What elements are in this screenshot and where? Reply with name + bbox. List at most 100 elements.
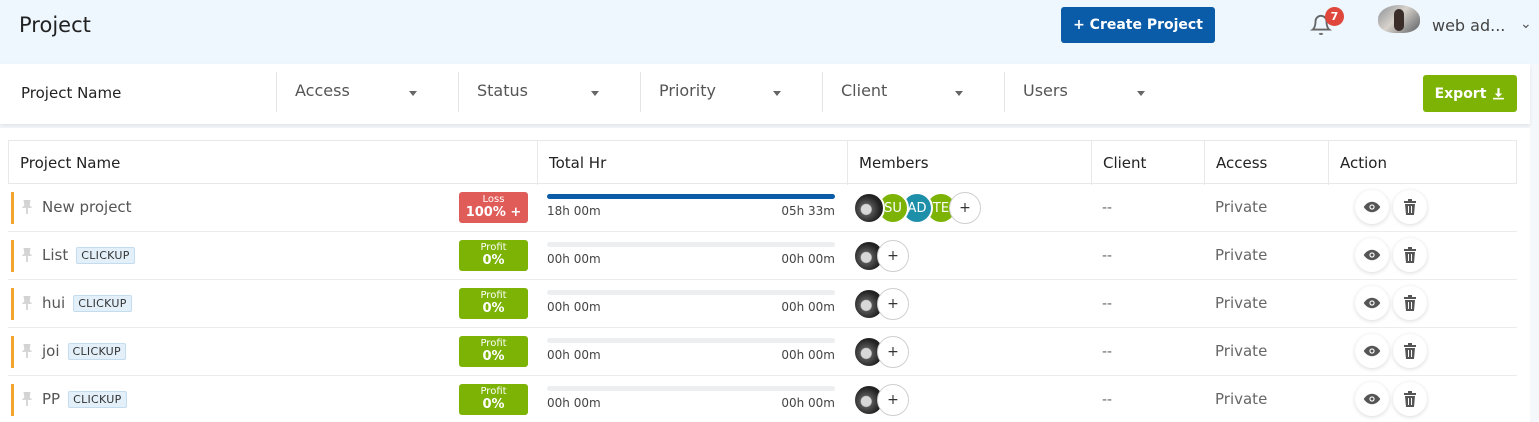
filter-client-dropdown[interactable]: Client (822, 72, 1004, 112)
member-initials: AD (907, 200, 927, 216)
hours-progress-bar (547, 194, 835, 199)
add-member-button[interactable]: + (949, 192, 981, 224)
project-name-link[interactable]: joi (42, 342, 60, 360)
caret-down-icon (1137, 91, 1145, 96)
view-button[interactable] (1355, 190, 1389, 224)
view-button[interactable] (1355, 238, 1389, 272)
project-name-link[interactable]: List (42, 246, 68, 264)
priority-accent-bar (11, 384, 14, 416)
table-row[interactable]: hui CLICKUP Profit 0% 00h 00m 00h 00m + -- Priva… (8, 280, 1517, 328)
table-row[interactable]: List CLICKUP Profit 0% 00h 00m 00h 00m + -- Priv… (8, 232, 1517, 280)
caret-down-icon (409, 91, 417, 96)
table-row[interactable]: New project Loss 100% + 18h 00m 05h 33m SU AD T… (8, 184, 1517, 232)
trash-icon (1404, 343, 1416, 359)
project-tag: CLICKUP (68, 390, 127, 408)
filter-client-label: Client (841, 81, 888, 100)
access-cell: Private (1215, 198, 1268, 216)
project-name-link[interactable]: PP (42, 390, 60, 408)
member-avatar[interactable] (853, 192, 885, 224)
add-member-button[interactable]: + (877, 384, 909, 416)
pin-icon[interactable] (20, 247, 34, 263)
filter-priority-label: Priority (659, 81, 716, 100)
filter-status-dropdown[interactable]: Status (458, 72, 640, 112)
table-row[interactable]: joi CLICKUP Profit 0% 00h 00m 00h 00m + -- Priva… (8, 328, 1517, 376)
hours-progress-fill (547, 194, 835, 199)
member-initials: SU (884, 200, 902, 216)
status-value: 0% (482, 301, 505, 316)
export-button[interactable]: Export (1423, 75, 1517, 112)
add-member-button[interactable]: + (877, 336, 909, 368)
delete-button[interactable] (1393, 286, 1427, 320)
add-member-label: + (887, 296, 899, 312)
status-value: 0% (482, 397, 505, 412)
eye-icon (1363, 249, 1381, 261)
filter-users-label: Users (1023, 81, 1068, 100)
priority-accent-bar (11, 192, 14, 224)
priority-accent-bar (11, 336, 14, 368)
priority-accent-bar (11, 288, 14, 320)
project-name-cell: joi CLICKUP (42, 342, 126, 360)
pin-icon[interactable] (20, 199, 34, 215)
filter-users-dropdown[interactable]: Users (1004, 72, 1186, 112)
trash-icon (1404, 391, 1416, 407)
client-cell: -- (1102, 344, 1113, 360)
profit-status-badge: Loss 100% + (459, 192, 528, 223)
eye-icon (1363, 201, 1381, 213)
project-tag: CLICKUP (76, 246, 135, 264)
add-member-button[interactable]: + (877, 288, 909, 320)
delete-button[interactable] (1393, 334, 1427, 368)
column-header-action: Action (1328, 141, 1516, 185)
project-name-link[interactable]: New project (42, 198, 132, 216)
user-name[interactable]: web ad... (1432, 16, 1505, 35)
user-avatar[interactable] (1378, 5, 1420, 33)
table-row[interactable]: PP CLICKUP Profit 0% 00h 00m 00h 00m + -- Privat… (8, 376, 1517, 422)
delete-button[interactable] (1393, 238, 1427, 272)
delete-button[interactable] (1393, 190, 1427, 224)
view-button[interactable] (1355, 286, 1389, 320)
filter-access-label: Access (295, 81, 350, 100)
add-member-label: + (887, 392, 899, 408)
filter-access-dropdown[interactable]: Access (276, 72, 458, 112)
logged-hours: 00h 00m (547, 300, 601, 314)
download-icon (1493, 88, 1505, 100)
column-header-total-hr: Total Hr (537, 141, 847, 185)
filter-bar: Project Name Access Status Priority Clie… (0, 64, 1530, 124)
project-name-cell: List CLICKUP (42, 246, 135, 264)
project-tag: CLICKUP (67, 342, 126, 360)
create-project-button[interactable]: + Create Project (1061, 7, 1215, 43)
delete-button[interactable] (1393, 382, 1427, 416)
client-cell: -- (1102, 392, 1113, 408)
view-button[interactable] (1355, 382, 1389, 416)
caret-down-icon (955, 91, 963, 96)
view-button[interactable] (1355, 334, 1389, 368)
notification-count-badge: 7 (1325, 7, 1344, 26)
filter-project-name[interactable]: Project Name (21, 84, 121, 102)
profit-status-badge: Profit 0% (459, 384, 528, 415)
filter-status-label: Status (477, 81, 528, 100)
project-name-cell: hui CLICKUP (42, 294, 132, 312)
pin-icon[interactable] (20, 295, 34, 311)
add-member-label: + (887, 248, 899, 264)
filter-priority-dropdown[interactable]: Priority (640, 72, 822, 112)
profit-status-badge: Profit 0% (459, 288, 528, 319)
table-header: Project Name Total Hr Members Client Acc… (8, 140, 1517, 185)
pin-icon[interactable] (20, 391, 34, 407)
column-header-project-name: Project Name (20, 154, 121, 172)
member-initials: TE (932, 200, 950, 216)
estimated-hours: 00h 00m (781, 348, 835, 362)
user-menu-chevron-icon[interactable]: ⌄ (1520, 16, 1532, 32)
access-cell: Private (1215, 390, 1268, 408)
pin-icon[interactable] (20, 343, 34, 359)
project-name-link[interactable]: hui (42, 294, 65, 312)
hours-progress-bar (547, 242, 835, 247)
hours-progress-bar (547, 386, 835, 391)
column-header-access: Access (1204, 141, 1328, 185)
export-label: Export (1434, 85, 1487, 102)
caret-down-icon (591, 91, 599, 96)
profit-status-badge: Profit 0% (459, 240, 528, 271)
status-label: Profit (480, 338, 507, 349)
client-cell: -- (1102, 200, 1113, 216)
add-member-button[interactable]: + (877, 240, 909, 272)
client-cell: -- (1102, 296, 1113, 312)
status-value: 100% + (465, 205, 522, 220)
